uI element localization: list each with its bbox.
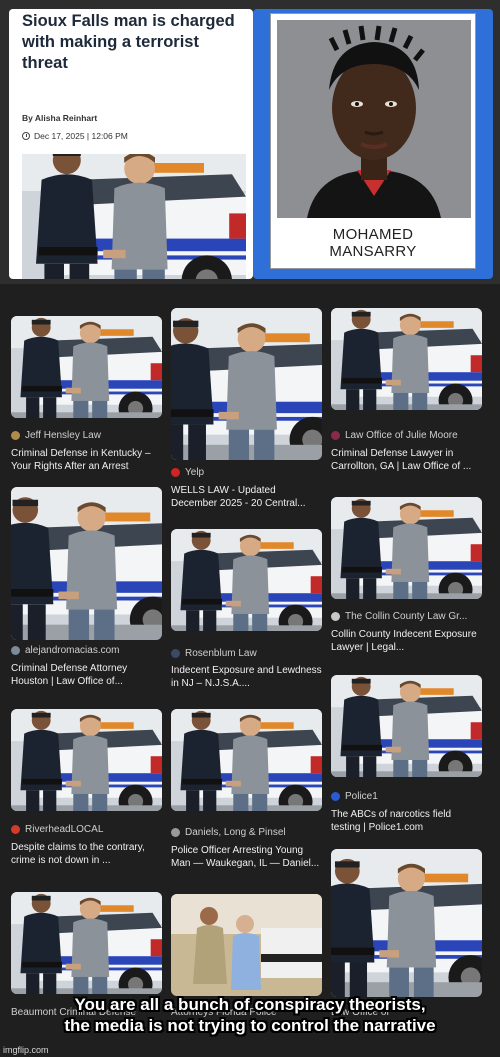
result-image	[331, 849, 482, 997]
result-image	[171, 529, 322, 631]
p1-icon	[331, 792, 340, 801]
result-source[interactable]: The Collin County Law Gr...	[331, 611, 467, 622]
result-title[interactable]: Criminal Defense in Kentucky – Your Righ…	[11, 447, 163, 473]
result-thumbnail[interactable]	[331, 497, 482, 599]
result-source-label: Yelp	[185, 467, 205, 478]
scales-icon	[11, 431, 20, 440]
result-image	[331, 308, 482, 410]
mugshot-first-name: MOHAMED	[332, 226, 414, 243]
result-image	[11, 892, 162, 994]
result-image	[331, 497, 482, 599]
result-source[interactable]: alejandromacias.com	[11, 645, 120, 656]
meme-caption: You are all a bunch of conspiracy theori…	[0, 994, 500, 1036]
result-title[interactable]: Despite claims to the contrary, crime is…	[11, 841, 163, 867]
result-source-label: Law Office of Julie Moore	[345, 430, 458, 441]
result-thumbnail[interactable]	[11, 487, 162, 640]
news-article-card[interactable]: Sioux Falls man is charged with making a…	[9, 9, 253, 279]
law-icon	[331, 431, 340, 440]
result-image	[11, 487, 162, 640]
mugshot-photo	[277, 20, 471, 218]
r-icon	[171, 649, 180, 658]
result-source[interactable]: Law Office of Julie Moore	[331, 430, 458, 441]
result-title[interactable]: The ABCs of narcotics field testing | Po…	[331, 808, 483, 834]
result-thumbnail[interactable]	[11, 892, 162, 994]
scales-icon	[171, 828, 180, 837]
result-source[interactable]: Yelp	[171, 467, 204, 478]
globe-icon	[11, 646, 20, 655]
article-date: Dec 17, 2025 | 12:06 PM	[22, 131, 128, 141]
result-image	[171, 308, 322, 460]
watermark: imgflip.com	[3, 1045, 49, 1055]
result-image	[171, 894, 322, 996]
result-source[interactable]: Jeff Hensley Law	[11, 430, 101, 441]
image-search-results: Jeff Hensley Law Criminal Defense in Ken…	[0, 284, 500, 1057]
result-image	[331, 675, 482, 777]
mugshot-last-name: MANSARRY	[329, 243, 417, 260]
meme-caption-line1: You are all a bunch of conspiracy theori…	[74, 995, 426, 1014]
result-source-label: alejandromacias.com	[25, 645, 120, 656]
result-source[interactable]: Daniels, Long & Pinsel	[171, 827, 286, 838]
gear-icon	[331, 612, 340, 621]
result-image	[171, 709, 322, 811]
result-source[interactable]: RiverheadLOCAL	[11, 824, 103, 835]
result-source-label: RiverheadLOCAL	[25, 824, 104, 835]
result-source[interactable]: Police1	[331, 791, 378, 802]
result-thumbnail[interactable]	[171, 529, 322, 631]
result-title[interactable]: WELLS LAW - Updated December 2025 - 20 C…	[171, 484, 323, 510]
result-thumbnail[interactable]	[331, 849, 482, 997]
result-source-label: The Collin County Law Gr...	[345, 611, 468, 622]
result-title[interactable]: Criminal Defense Attorney Houston | Law …	[11, 662, 163, 688]
result-thumbnail[interactable]	[11, 709, 162, 811]
meme-caption-line2: the media is not trying to control the n…	[64, 1016, 436, 1035]
article-photo	[22, 154, 246, 279]
mugshot-name: MOHAMED MANSARRY	[271, 226, 475, 260]
result-title[interactable]: Collin County Indecent Exposure Lawyer |…	[331, 628, 483, 654]
result-source-label: Daniels, Long & Pinsel	[185, 827, 286, 838]
result-source-label: Police1	[345, 791, 378, 802]
article-title: Sioux Falls man is charged with making a…	[22, 12, 235, 72]
result-thumbnail[interactable]	[171, 894, 322, 996]
result-source-label: Rosenblum Law	[185, 648, 257, 659]
result-thumbnail[interactable]	[11, 316, 162, 418]
result-image	[11, 316, 162, 418]
mugshot-card: MOHAMED MANSARRY	[270, 13, 476, 269]
pin-icon	[11, 825, 20, 834]
result-source[interactable]: Rosenblum Law	[171, 648, 257, 659]
mugshot-panel: MOHAMED MANSARRY	[253, 9, 493, 279]
result-thumbnail[interactable]	[171, 308, 322, 460]
news-comparison-panel: Sioux Falls man is charged with making a…	[0, 0, 500, 284]
yelp-icon	[171, 468, 180, 477]
result-image	[11, 709, 162, 811]
result-source-label: Jeff Hensley Law	[25, 430, 101, 441]
result-title[interactable]: Criminal Defense Lawyer in Carrollton, G…	[331, 447, 483, 473]
article-byline: By Alisha Reinhart	[22, 113, 98, 123]
result-thumbnail[interactable]	[331, 308, 482, 410]
article-date-text: Dec 17, 2025 | 12:06 PM	[34, 131, 128, 141]
result-title[interactable]: Indecent Exposure and Lewdness in NJ – N…	[171, 664, 323, 690]
result-thumbnail[interactable]	[331, 675, 482, 777]
clock-icon	[22, 132, 30, 140]
result-thumbnail[interactable]	[171, 709, 322, 811]
result-title[interactable]: Police Officer Arresting Young Man — Wau…	[171, 844, 323, 870]
